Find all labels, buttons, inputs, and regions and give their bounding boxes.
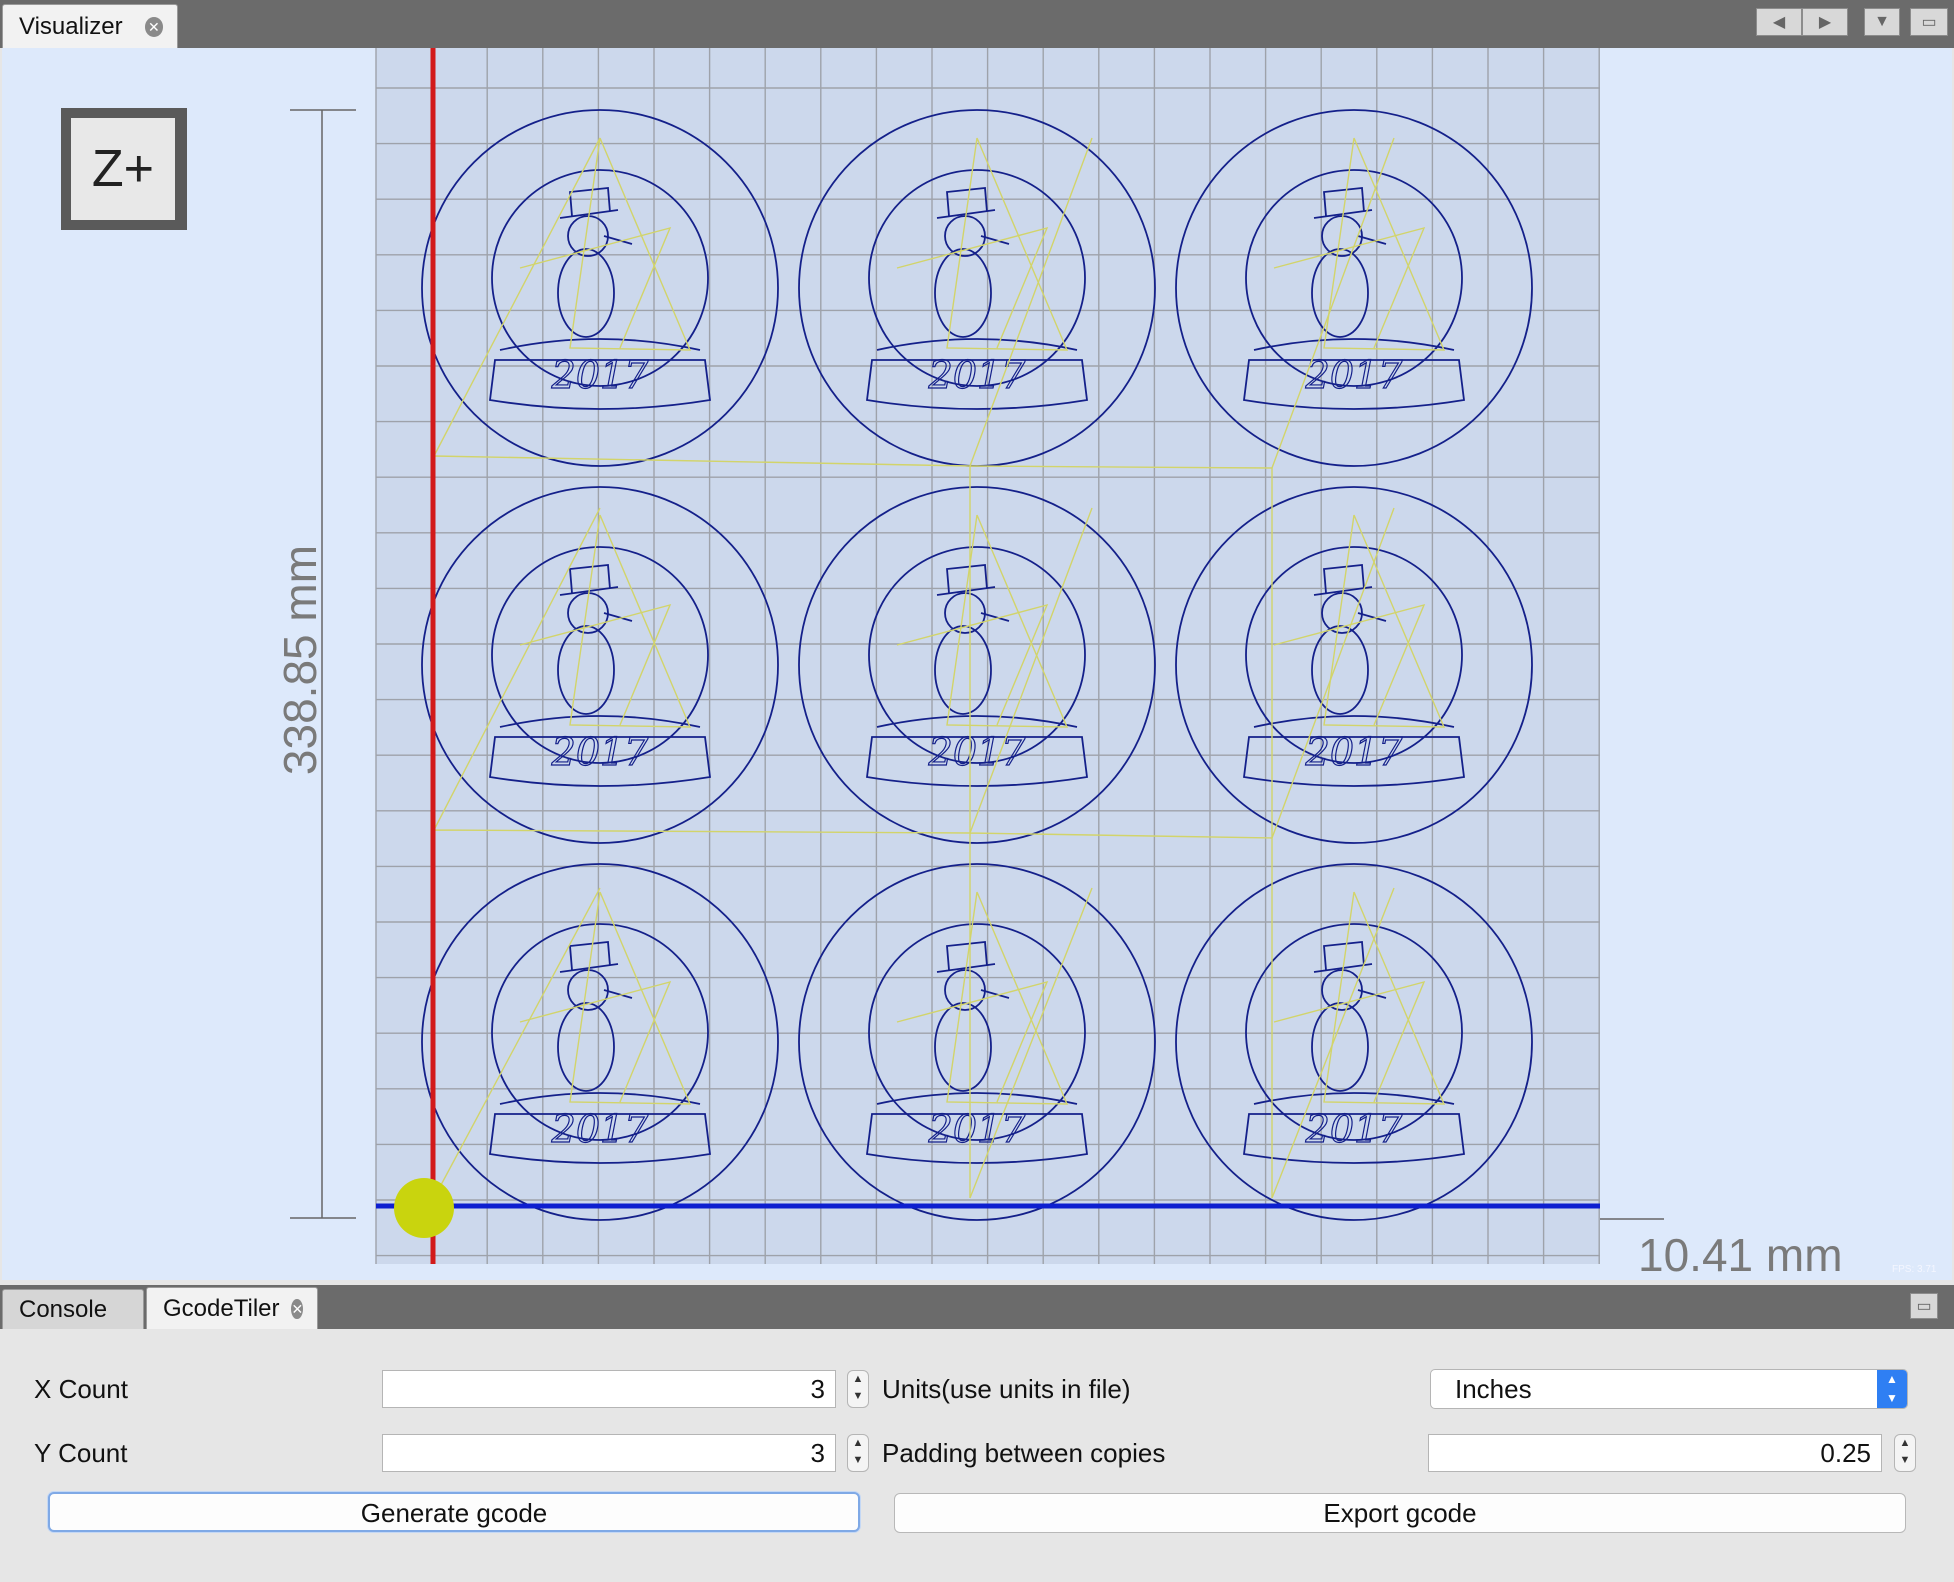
close-icon[interactable]: ✕ bbox=[144, 16, 163, 37]
padding-stepper[interactable]: ▲ ▼ bbox=[1894, 1434, 1916, 1472]
x-count-input[interactable]: 3 bbox=[382, 1370, 836, 1408]
gcodetiler-panel: X Count 3 ▲ ▼ Units(use units in file) In… bbox=[2, 1329, 1952, 1582]
close-icon[interactable]: ✕ bbox=[291, 1298, 304, 1319]
tile-year-text: 2017 bbox=[551, 730, 650, 774]
tool-position-marker bbox=[394, 1178, 454, 1238]
tile-year-text: 2017 bbox=[928, 353, 1027, 397]
tile-year-text: 2017 bbox=[1305, 353, 1404, 397]
visualizer-titlebar: Visualizer ✕ ◀ ▶ ▼ ▭ bbox=[0, 0, 1954, 48]
tab-visualizer-label: Visualizer bbox=[19, 12, 123, 40]
tab-visualizer[interactable]: Visualizer ✕ bbox=[2, 4, 178, 48]
units-select[interactable]: Inches ▲ ▼ bbox=[1430, 1369, 1908, 1409]
nav-forward-icon[interactable]: ▶ bbox=[1802, 8, 1848, 36]
tile-year-text: 2017 bbox=[551, 353, 650, 397]
z-plus-view-button[interactable]: Z+ bbox=[61, 108, 187, 230]
tile-year-text: 2017 bbox=[928, 1107, 1027, 1151]
z-plus-label: Z+ bbox=[71, 118, 175, 220]
y-count-stepper[interactable]: ▲ ▼ bbox=[847, 1434, 869, 1472]
dropdown-icon[interactable]: ▼ bbox=[1864, 8, 1900, 36]
tile-year-text: 2017 bbox=[551, 1107, 650, 1151]
tile-year-text: 2017 bbox=[928, 730, 1027, 774]
x-count-stepper[interactable]: ▲ ▼ bbox=[847, 1370, 869, 1408]
maximize-icon[interactable]: ▭ bbox=[1910, 8, 1948, 36]
nav-back-icon[interactable]: ◀ bbox=[1756, 8, 1802, 36]
tab-gcodetiler[interactable]: GcodeTiler ✕ bbox=[146, 1287, 318, 1329]
restore-icon[interactable]: ▭ bbox=[1910, 1293, 1938, 1319]
padding-label: Padding between copies bbox=[882, 1438, 1166, 1468]
y-count-input[interactable]: 3 bbox=[382, 1434, 836, 1472]
fps-counter: FPS: 3.71 bbox=[1892, 1264, 1937, 1275]
tile-year-text: 2017 bbox=[1305, 1107, 1404, 1151]
generate-gcode-button[interactable]: Generate gcode bbox=[48, 1492, 860, 1532]
panel-tabbar: Console GcodeTiler ✕ ▭ bbox=[0, 1285, 1954, 1329]
tab-console[interactable]: Console bbox=[2, 1289, 144, 1329]
units-label: Units(use units in file) bbox=[882, 1374, 1131, 1404]
units-selected-value: Inches bbox=[1455, 1374, 1532, 1404]
y-count-label: Y Count bbox=[34, 1438, 128, 1468]
width-dimension-label: 10.41 mm bbox=[1638, 1229, 1843, 1280]
export-gcode-button[interactable]: Export gcode bbox=[894, 1493, 1906, 1533]
tab-gcodetiler-label: GcodeTiler bbox=[163, 1294, 280, 1322]
visualizer-canvas[interactable]: 2017 2017 2017 2017 2017 2017 2017 2017 2017 Z+ … bbox=[2, 48, 1952, 1280]
tab-console-label: Console bbox=[19, 1295, 108, 1323]
height-dimension-label: 338.85 mm bbox=[274, 544, 326, 776]
tile-year-text: 2017 bbox=[1305, 730, 1404, 774]
select-arrows-icon: ▲ ▼ bbox=[1877, 1370, 1907, 1408]
x-count-label: X Count bbox=[34, 1374, 128, 1404]
padding-input[interactable]: 0.25 bbox=[1428, 1434, 1882, 1472]
